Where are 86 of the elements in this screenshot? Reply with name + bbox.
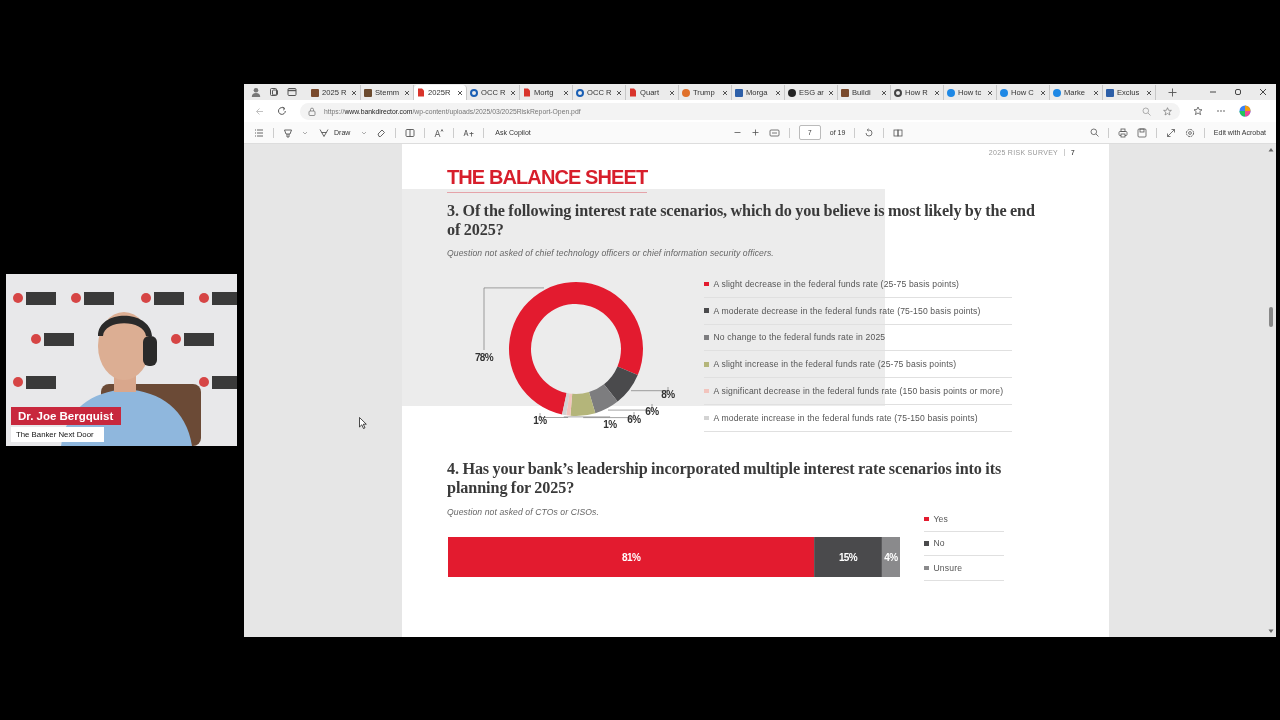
question-note: Question not asked of CTOs or CISOs. bbox=[447, 507, 600, 517]
data-label: 78% bbox=[474, 352, 494, 363]
profile-icon bbox=[251, 87, 261, 97]
close-icon bbox=[722, 89, 728, 96]
copilot-icon bbox=[1239, 105, 1251, 117]
close-icon bbox=[775, 89, 781, 96]
save-icon bbox=[1136, 127, 1147, 138]
legend-label: A moderate decrease in the federal funds rate (75-150 basis points) bbox=[713, 305, 981, 316]
eraser-icon bbox=[376, 127, 387, 138]
data-label: 6% bbox=[645, 406, 659, 417]
data-label: 1% bbox=[603, 419, 617, 430]
legend-swatch bbox=[924, 565, 929, 570]
two-page-icon bbox=[893, 127, 904, 138]
legend-swatch bbox=[704, 362, 709, 367]
legend-label: A slight decrease in the federal funds rate (25-75 basis points) bbox=[713, 278, 960, 289]
close-icon bbox=[934, 89, 940, 96]
legend-label: A moderate increase in the federal funds rate (75-150 basis points) bbox=[713, 412, 978, 423]
rotate-icon bbox=[864, 127, 875, 138]
favorites-icon bbox=[1193, 106, 1203, 116]
zoom-in-icon bbox=[750, 128, 760, 137]
data-label: 4% bbox=[884, 551, 898, 563]
draw-icon bbox=[319, 127, 329, 138]
close-icon bbox=[1146, 89, 1152, 96]
scroll-up-icon bbox=[1267, 147, 1274, 152]
legend-swatch bbox=[704, 308, 709, 313]
restore-icon bbox=[1234, 88, 1242, 96]
fit-page-icon bbox=[768, 127, 780, 138]
question-heading: 4. Has your bank’s leadership incorporated multiple interest rate scenarios into its planning for 2025? bbox=[447, 460, 1003, 498]
legend-label: Yes bbox=[933, 513, 948, 524]
close-icon bbox=[1259, 88, 1267, 96]
legend-swatch bbox=[924, 541, 929, 546]
chevron-icon bbox=[361, 129, 368, 136]
close-icon bbox=[1040, 89, 1046, 96]
contents-icon bbox=[254, 127, 264, 138]
data-label: 1% bbox=[533, 415, 547, 426]
star-icon bbox=[1163, 106, 1172, 116]
legend-swatch bbox=[704, 281, 709, 287]
question-heading: 3. Of the following interest rate scenarios, which do you believe is most likely by the end of 2025? bbox=[447, 202, 1036, 240]
legend-label: No bbox=[933, 538, 945, 549]
search-icon bbox=[1089, 128, 1099, 137]
workspaces-icon bbox=[269, 87, 279, 97]
question-note: Question not asked of chief technology officers or chief information security officers. bbox=[447, 248, 775, 258]
page-view-icon bbox=[405, 127, 416, 138]
tab-actions-icon bbox=[287, 87, 297, 97]
legend-label: No change to the federal funds rate in 2025 bbox=[713, 332, 886, 343]
data-label: 8% bbox=[661, 389, 675, 400]
zoom-icon bbox=[1142, 106, 1151, 116]
close-icon bbox=[881, 89, 887, 96]
legend-label: A slight increase in the federal funds rate (25-75 basis points) bbox=[713, 359, 957, 370]
settings-icon bbox=[1184, 127, 1195, 138]
legend-label: A significant decrease in the federal funds rate (150 basis points or more) bbox=[713, 386, 1004, 397]
close-icon bbox=[563, 89, 569, 96]
fullscreen-icon bbox=[1165, 127, 1176, 138]
new-tab-icon bbox=[1168, 87, 1177, 97]
legend-swatch bbox=[704, 388, 709, 394]
minimize-icon bbox=[1209, 88, 1217, 96]
translate-icon bbox=[463, 127, 475, 138]
legend-swatch bbox=[704, 335, 709, 340]
section-title: THE BALANCE SHEET bbox=[447, 165, 648, 193]
close-icon bbox=[404, 89, 410, 96]
text-size-icon bbox=[434, 127, 445, 138]
close-icon bbox=[457, 89, 463, 96]
print-icon bbox=[1117, 127, 1128, 138]
presenter-name: Dr. Joe Bergquist bbox=[11, 407, 122, 425]
close-icon bbox=[510, 89, 516, 96]
scroll-down-icon bbox=[1267, 629, 1274, 634]
legend-swatch bbox=[704, 415, 709, 421]
legend-label: Unsure bbox=[933, 562, 963, 573]
close-icon bbox=[616, 89, 622, 96]
back-arrow-icon bbox=[255, 106, 264, 116]
cursor-icon bbox=[359, 417, 367, 429]
close-icon bbox=[987, 89, 993, 96]
leader-line bbox=[483, 287, 545, 351]
close-icon bbox=[1093, 89, 1099, 96]
highlight-icon bbox=[283, 127, 293, 138]
close-icon bbox=[669, 89, 675, 96]
close-icon bbox=[351, 89, 357, 96]
legend-swatch bbox=[924, 516, 929, 521]
chevron-icon bbox=[302, 129, 308, 136]
close-icon bbox=[828, 89, 834, 96]
lock-icon bbox=[308, 106, 316, 116]
data-label: 15% bbox=[838, 551, 858, 563]
data-label: 6% bbox=[627, 414, 641, 425]
data-label: 81% bbox=[622, 551, 641, 563]
leader-line bbox=[630, 386, 669, 391]
refresh-icon bbox=[277, 106, 287, 116]
